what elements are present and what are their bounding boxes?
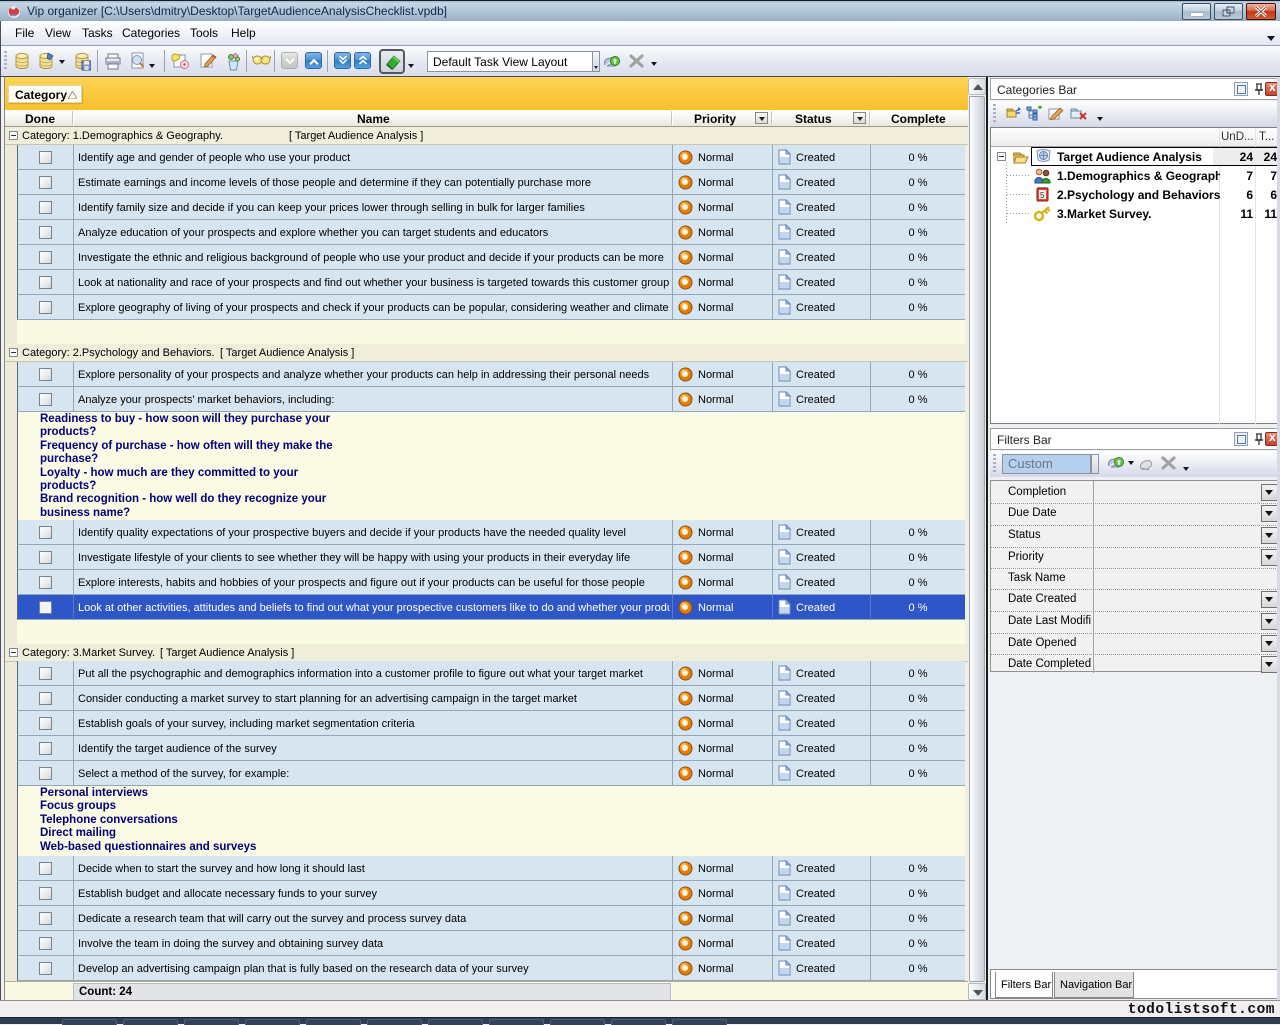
svg-text:5: 5	[1040, 191, 1045, 200]
